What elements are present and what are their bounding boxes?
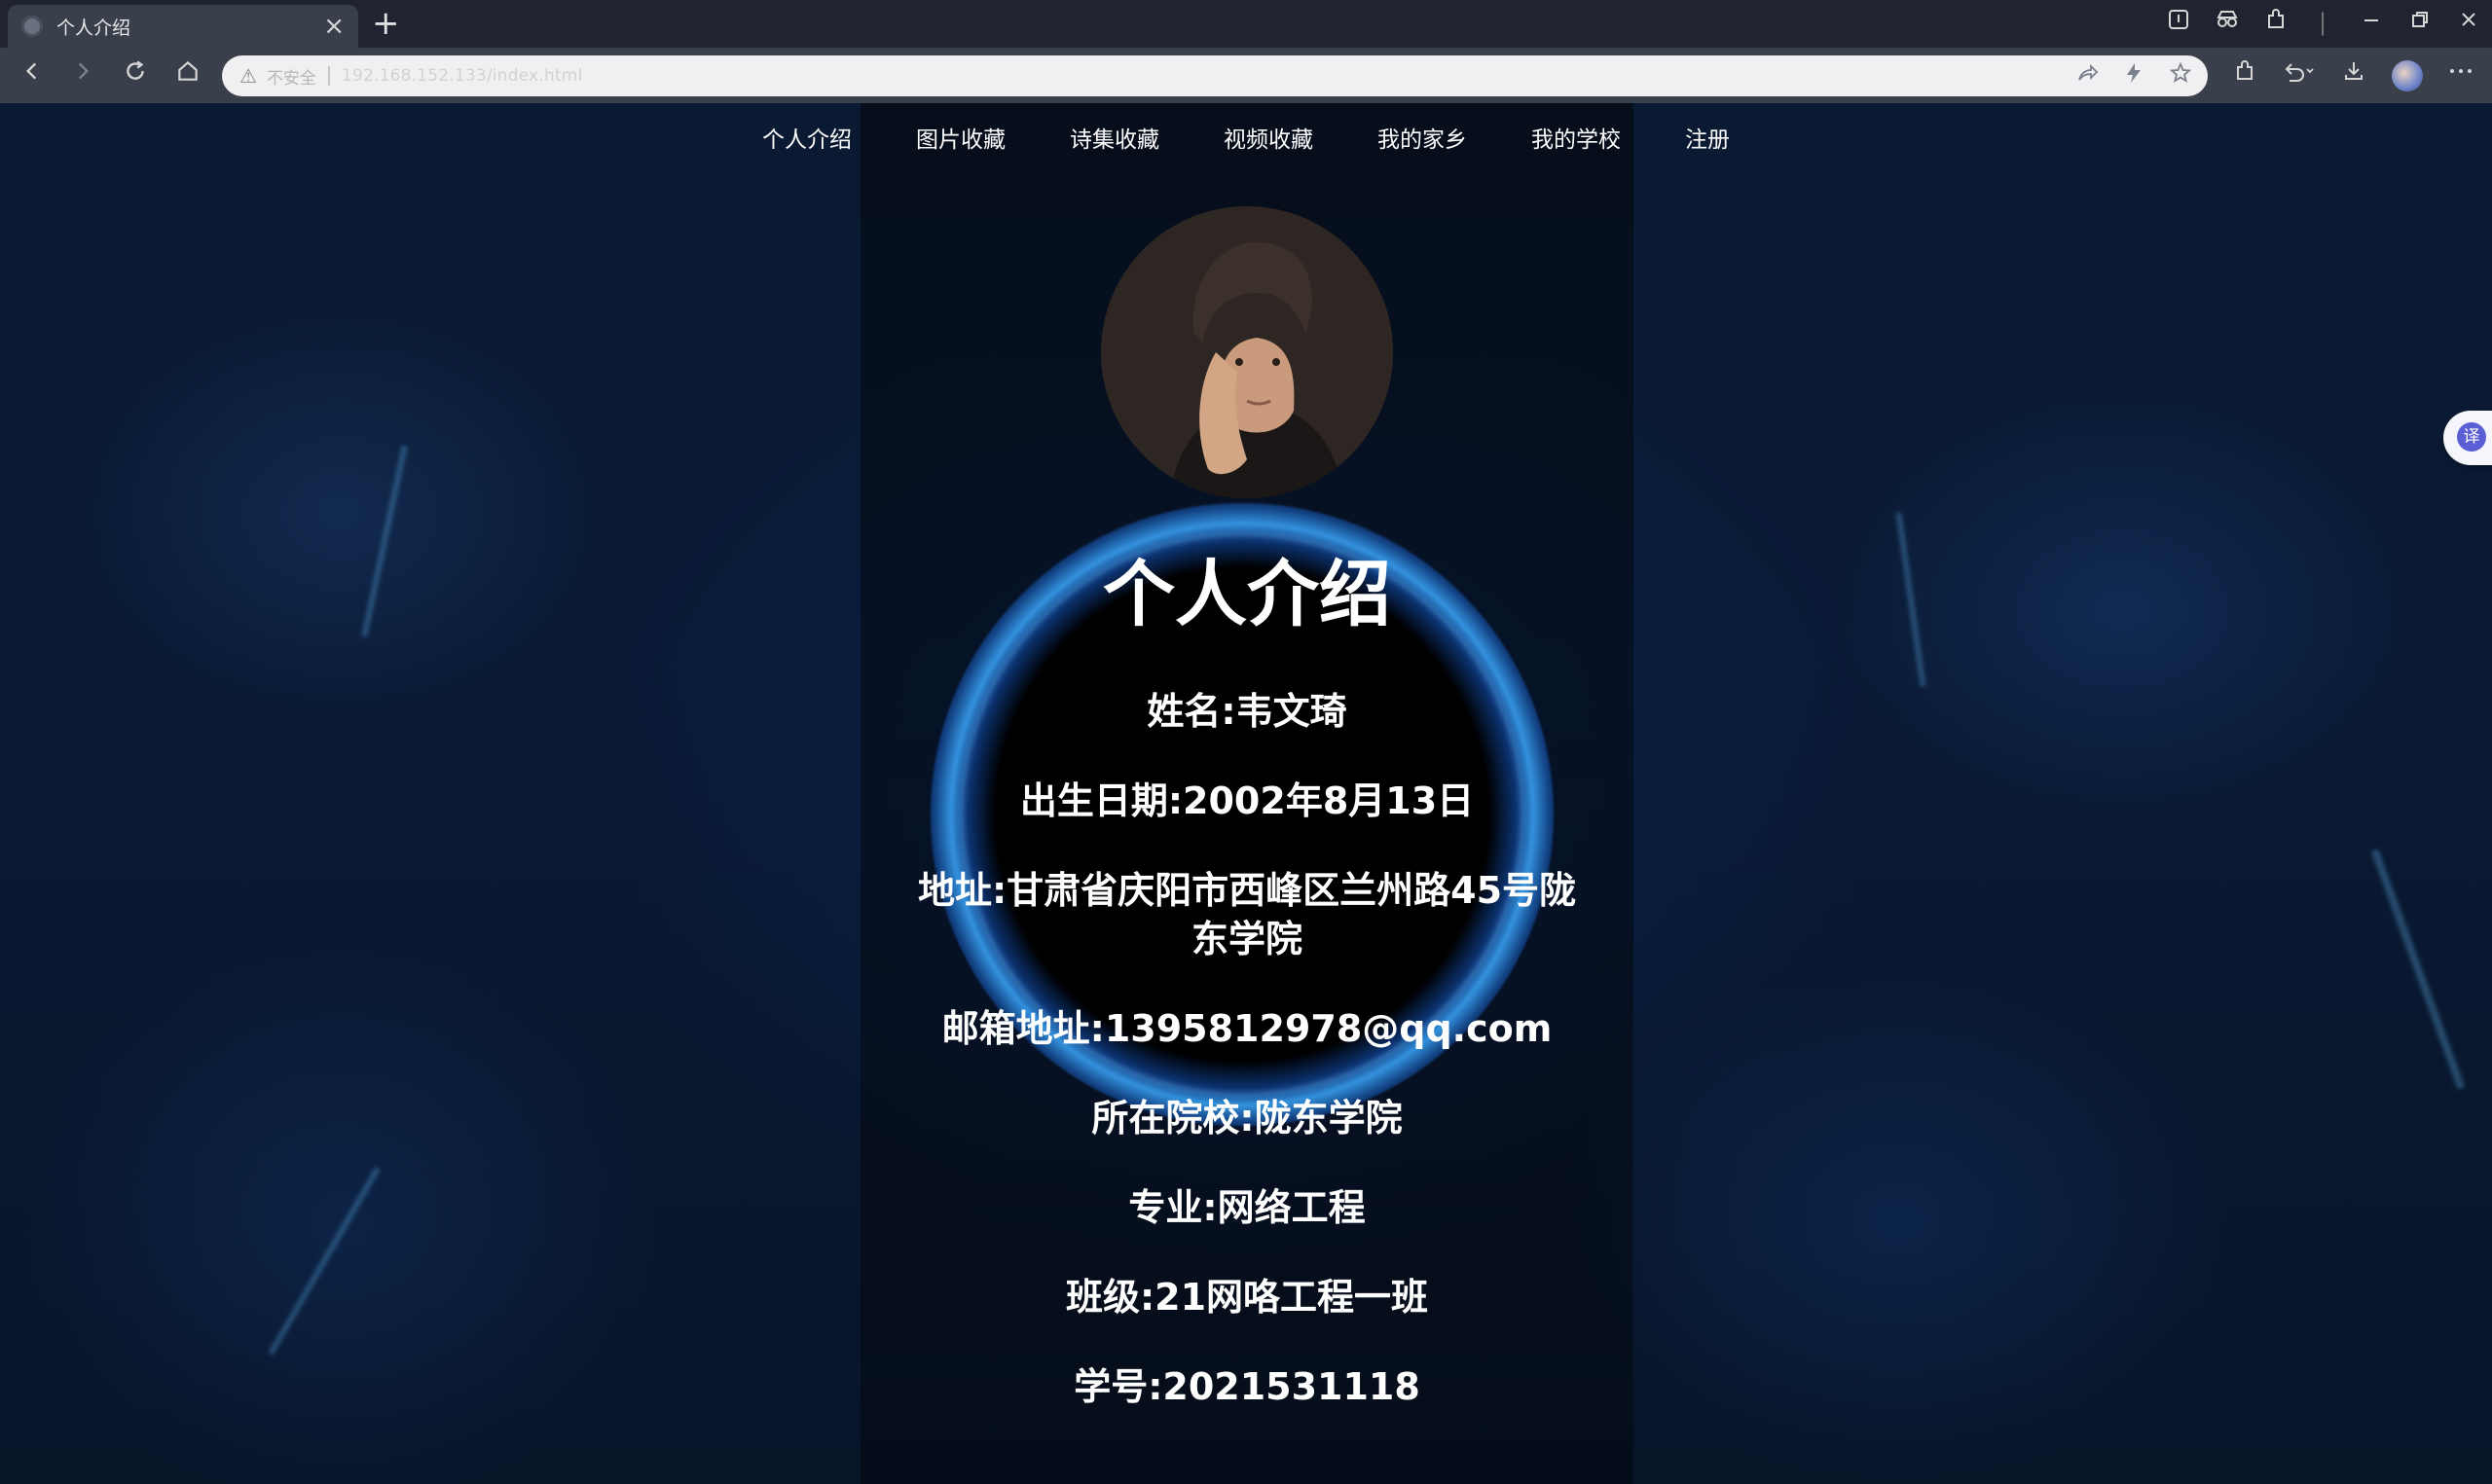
profile-photo <box>1101 206 1393 498</box>
tab-close-icon[interactable]: × <box>323 14 345 39</box>
address-url[interactable]: 192.168.152.133/index.html <box>342 66 583 86</box>
incognito-icon[interactable] <box>2216 8 2239 38</box>
profile-avatar[interactable] <box>2392 60 2423 91</box>
reading-mode-icon[interactable] <box>2167 8 2190 38</box>
intro-email: 邮箱地址:1395812978@qq.com <box>941 1007 1553 1050</box>
browser-toolbar: ⚠ 不安全 192.168.152.133/index.html <box>0 48 2492 103</box>
intro-school: 所在院校:陇东学院 <box>1091 1097 1403 1140</box>
nav-link-school[interactable]: 我的学校 <box>1499 123 1653 158</box>
background-streak <box>361 445 408 637</box>
page-viewport: 个人介绍 图片收藏 诗集收藏 视频收藏 我的家乡 我的学校 注册 个人介绍 姓名… <box>0 103 2492 1484</box>
intro-major: 专业:网络工程 <box>1128 1186 1366 1229</box>
minimize-icon[interactable] <box>2360 8 2383 38</box>
background-streak <box>2370 849 2466 1090</box>
download-icon[interactable] <box>2342 58 2365 91</box>
browser-tab[interactable]: 个人介绍 × <box>8 5 358 48</box>
star-icon[interactable] <box>2169 61 2192 93</box>
browser-title-bar: 个人介绍 × + | <box>0 0 2492 48</box>
extensions-icon[interactable] <box>2233 58 2256 91</box>
back-icon[interactable] <box>19 57 45 92</box>
close-icon[interactable] <box>2457 8 2480 38</box>
translate-button[interactable]: 译 <box>2443 411 2492 465</box>
nav-link-poems[interactable]: 诗集收藏 <box>1038 123 1191 158</box>
restore-icon[interactable] <box>2408 8 2432 38</box>
extension-icon[interactable] <box>2264 8 2288 38</box>
background-streak <box>268 1167 381 1356</box>
intro-heading: 个人介绍 <box>1103 553 1391 636</box>
tab-title: 个人介绍 <box>56 17 131 39</box>
undo-icon[interactable] <box>2282 58 2315 91</box>
forward-icon[interactable] <box>70 57 95 92</box>
warning-icon: ⚠ <box>239 64 257 88</box>
home-icon[interactable] <box>175 57 201 92</box>
intro-class: 班级:21网咯工程一班 <box>1065 1276 1429 1319</box>
lightning-icon[interactable] <box>2122 61 2145 93</box>
intro-name: 姓名:韦文琦 <box>1147 690 1347 733</box>
nav-link-register[interactable]: 注册 <box>1653 123 1762 158</box>
address-divider <box>327 66 330 86</box>
reload-icon[interactable] <box>123 57 148 92</box>
tab-favicon-icon <box>21 16 43 37</box>
background-streak <box>1895 512 1926 687</box>
nav-link-pictures[interactable]: 图片收藏 <box>884 123 1038 158</box>
intro-birthdate: 出生日期:2002年8月13日 <box>1019 779 1475 822</box>
share-icon[interactable] <box>2075 61 2099 93</box>
nav-link-hometown[interactable]: 我的家乡 <box>1345 123 1499 158</box>
address-bar[interactable]: ⚠ 不安全 192.168.152.133/index.html <box>222 55 2208 96</box>
site-nav: 个人介绍 图片收藏 诗集收藏 视频收藏 我的家乡 我的学校 注册 <box>0 123 2492 158</box>
separator: | <box>2319 9 2327 36</box>
intro-section: 个人介绍 姓名:韦文琦 出生日期:2002年8月13日 地址:甘肃省庆阳市西峰区… <box>861 551 1633 1452</box>
new-tab-button[interactable]: + <box>372 6 400 41</box>
nav-link-videos[interactable]: 视频收藏 <box>1191 123 1345 158</box>
insecure-label: 不安全 <box>266 68 316 89</box>
intro-student-id: 学号:2021531118 <box>1074 1365 1420 1408</box>
more-icon[interactable] <box>2447 58 2474 91</box>
intro-address: 地址:甘肃省庆阳市西峰区兰州路45号陇东学院 <box>917 869 1577 960</box>
nav-link-intro[interactable]: 个人介绍 <box>730 123 884 158</box>
translate-icon: 译 <box>2457 422 2486 452</box>
